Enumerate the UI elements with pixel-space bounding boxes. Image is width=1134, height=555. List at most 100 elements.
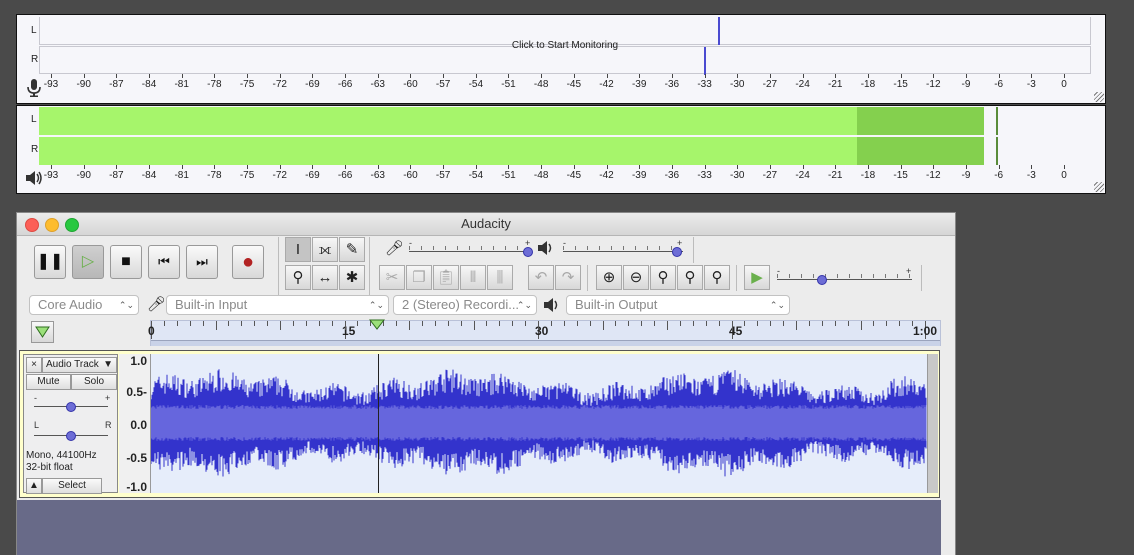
play-button[interactable]: ▷: [72, 245, 104, 279]
scale-tick: [181, 165, 183, 169]
zoom-toggle-button[interactable]: ⚲: [704, 265, 730, 290]
scale-label: -60: [403, 79, 418, 90]
resize-grip[interactable]: [1094, 92, 1104, 102]
scale-label: -48: [533, 170, 549, 181]
waveform-display[interactable]: [150, 354, 927, 493]
pan-thumb[interactable]: [66, 431, 76, 441]
skip-to-end-button[interactable]: ⏭: [186, 245, 218, 279]
gain-thumb[interactable]: [66, 402, 76, 412]
zoom-toggle-icon: ⚲: [711, 269, 723, 286]
plus-label: +: [525, 238, 531, 248]
play-speed-slider[interactable]: [777, 279, 912, 280]
skip-to-start-button[interactable]: ⏮: [148, 245, 180, 279]
trim-button[interactable]: ⫴: [460, 265, 486, 290]
recording-device-select[interactable]: Built-in Input ⌃⌄: [166, 295, 389, 315]
track-right-edge[interactable]: [927, 354, 938, 493]
scale-label: -81: [174, 79, 189, 90]
empty-track-area[interactable]: [17, 500, 941, 555]
cut-button[interactable]: ✂: [379, 265, 405, 290]
title-bar[interactable]: Audacity: [17, 213, 955, 236]
fit-project-icon: ⚲: [684, 269, 696, 286]
selection-tool[interactable]: I: [285, 237, 311, 262]
draw-tool[interactable]: ✎: [339, 237, 365, 262]
scale-label: -69: [305, 170, 320, 181]
scale-tick: [639, 74, 641, 78]
scale-label: -33: [697, 170, 712, 181]
clipboard-icon: 📋︎: [436, 269, 456, 286]
scale-tick: [1031, 165, 1033, 169]
timeline-minor-tick: [460, 321, 462, 326]
stop-button[interactable]: ■: [110, 245, 142, 279]
recording-meter-window[interactable]: L R Click to Start Monitoring -93 -90 -87-…: [16, 14, 1106, 104]
collapse-track-button[interactable]: ▲: [26, 478, 42, 494]
mute-button[interactable]: Mute: [26, 374, 71, 390]
plus-label: +: [906, 266, 912, 276]
scale-tick: [835, 165, 837, 169]
fit-project-button[interactable]: ⚲: [677, 265, 703, 290]
select-track-button[interactable]: Select: [42, 478, 102, 494]
undo-button[interactable]: ↶: [528, 265, 554, 290]
solo-button[interactable]: Solo: [71, 374, 117, 390]
timeline-minor-tick: [267, 321, 269, 326]
playback-meter-window[interactable]: L R -93 -90 -87 -84 -81 -78 -75 -72 -69 -66 -63 -60…: [16, 105, 1106, 194]
scale-label: -27: [762, 79, 778, 90]
silence-button[interactable]: ⫼: [487, 265, 513, 290]
playback-volume-thumb[interactable]: [672, 247, 682, 257]
scale-label: -18: [860, 79, 876, 90]
audio-track[interactable]: × Audio Track ▼ Mute Solo - + L R Mono, 4…: [19, 350, 940, 498]
play-speed-thumb[interactable]: [817, 275, 827, 285]
vertical-scrollbar-gutter[interactable]: [940, 347, 955, 555]
recording-channels-select[interactable]: 2 (Stereo) Recordi... ⌃⌄: [393, 295, 537, 315]
slider-ticks: [563, 246, 683, 250]
play-at-speed-button[interactable]: ▶: [744, 265, 770, 290]
select-label: Select: [58, 480, 86, 491]
scale-label: -84: [141, 79, 157, 90]
recording-volume-thumb[interactable]: [523, 247, 533, 257]
scale-tick: [802, 165, 804, 169]
channel-label-right: R: [31, 54, 39, 65]
start-monitoring-prompt[interactable]: Click to Start Monitoring: [39, 40, 1091, 51]
scale-label: -75: [239, 79, 255, 90]
timeline-scrub-bar[interactable]: [151, 340, 940, 346]
resize-grip[interactable]: [1094, 182, 1104, 192]
track-name-menu[interactable]: Audio Track ▼: [42, 357, 117, 373]
timeline-minor-tick: [860, 321, 862, 330]
scale-label: -87: [109, 79, 124, 90]
scale-label: -36: [664, 170, 680, 181]
close-icon: ×: [31, 359, 37, 370]
copy-button[interactable]: ❐: [406, 265, 432, 290]
multi-tool[interactable]: ✱: [339, 265, 365, 290]
solo-label: Solo: [83, 376, 104, 387]
timeline-minor-tick: [886, 321, 888, 326]
playback-device-select[interactable]: Built-in Output ⌃⌄: [566, 295, 790, 315]
microphone-icon: 🎤︎: [147, 296, 167, 313]
zoom-in-button[interactable]: ⊕: [596, 265, 622, 290]
fit-selection-icon: ⚲: [657, 269, 669, 286]
recording-channels-value: 2 (Stereo) Recordi...: [402, 297, 520, 312]
zoom-out-button[interactable]: ⊖: [623, 265, 649, 290]
playback-meter-right-bar[interactable]: [39, 137, 1091, 165]
playback-meter-left-bar[interactable]: [39, 107, 1091, 135]
audio-host-select[interactable]: Core Audio ⌃⌄: [29, 295, 139, 315]
playback-volume-slider[interactable]: [563, 251, 683, 252]
scale-label: -6: [994, 170, 1004, 181]
scale-tick: [410, 165, 412, 169]
timeline-minor-tick: [692, 321, 694, 326]
redo-button[interactable]: ↷: [555, 265, 581, 290]
scale-label: -42: [599, 79, 614, 90]
paste-button[interactable]: 📋︎: [433, 265, 459, 290]
zoom-tool[interactable]: ⚲: [285, 265, 311, 290]
scale-label: -90: [76, 79, 91, 90]
recording-volume-slider[interactable]: [409, 251, 529, 252]
timeline-ruler[interactable]: 0 15 30 45 1:00: [148, 319, 941, 346]
timeline-options-button[interactable]: [31, 321, 54, 343]
timeline-minor-tick: [563, 321, 565, 326]
time-shift-tool[interactable]: ↔: [312, 265, 338, 290]
record-button[interactable]: ●: [232, 245, 264, 279]
pause-button[interactable]: ❚❚: [34, 245, 66, 279]
timeline-minor-tick: [757, 321, 759, 326]
fit-selection-button[interactable]: ⚲: [650, 265, 676, 290]
envelope-tool[interactable]: ⟗: [312, 237, 338, 262]
scale-tick: [508, 165, 510, 169]
close-track-button[interactable]: ×: [26, 357, 42, 373]
